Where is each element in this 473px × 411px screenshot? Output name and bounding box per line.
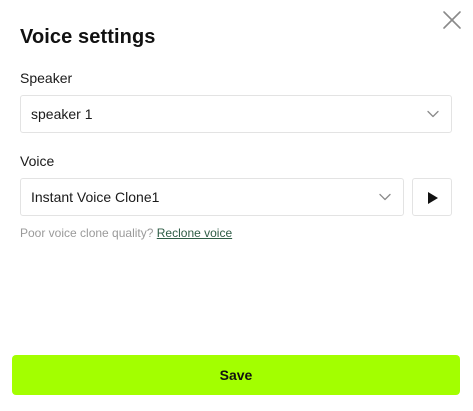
clone-quality-hint-text: Poor voice clone quality? — [20, 226, 154, 240]
chevron-down-icon — [379, 193, 391, 201]
dialog-title: Voice settings — [20, 26, 156, 48]
voice-label: Voice — [20, 153, 55, 169]
clone-quality-hint: Poor voice clone quality? Reclone voice — [20, 226, 232, 240]
speaker-label: Speaker — [20, 70, 73, 86]
reclone-voice-link[interactable]: Reclone voice — [157, 226, 232, 240]
close-button[interactable] — [440, 8, 464, 32]
chevron-down-icon — [427, 110, 439, 118]
voice-select[interactable]: Instant Voice Clone1 — [20, 178, 404, 216]
play-icon — [428, 192, 438, 204]
speaker-select[interactable]: speaker 1 — [20, 95, 452, 133]
save-button[interactable]: Save — [12, 355, 460, 395]
voice-settings-dialog: Voice settings Speaker speaker 1 Voice I… — [0, 0, 473, 411]
voice-select-value: Instant Voice Clone1 — [31, 189, 160, 205]
speaker-select-value: speaker 1 — [31, 106, 93, 122]
play-voice-button[interactable] — [412, 178, 452, 216]
close-icon — [443, 11, 461, 29]
